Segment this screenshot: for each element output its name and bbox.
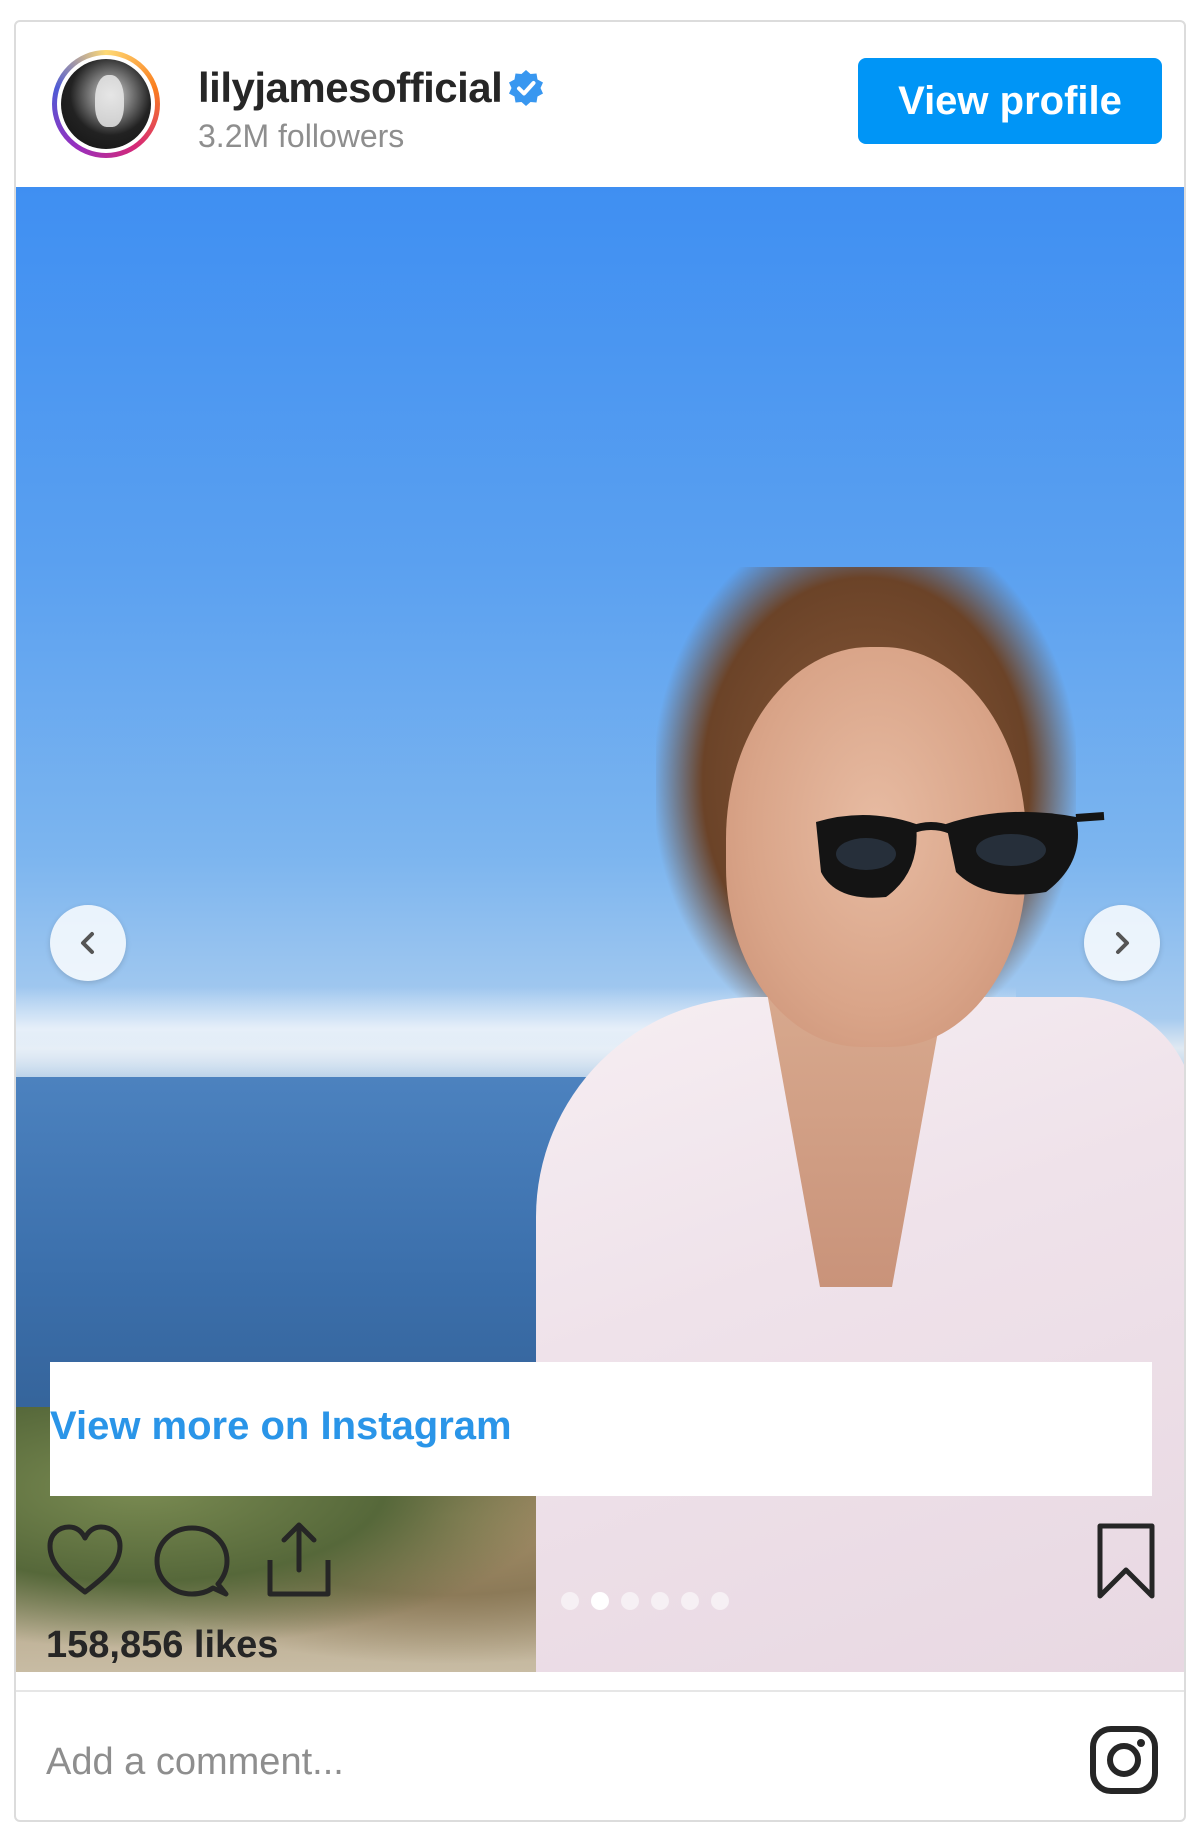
person-figure <box>536 567 1184 1672</box>
carousel-dot <box>561 1592 579 1610</box>
likes-count[interactable]: 158,856 likes <box>46 1624 278 1667</box>
carousel-dot <box>651 1592 669 1610</box>
carousel-dot <box>681 1592 699 1610</box>
post-header: lilyjamesofficial 3.2M followers View pr… <box>16 22 1184 187</box>
share-icon[interactable] <box>262 1520 336 1600</box>
avatar-photo <box>61 59 151 149</box>
footer-divider <box>16 1690 1184 1692</box>
bookmark-icon[interactable] <box>1094 1522 1158 1600</box>
avatar[interactable] <box>52 50 160 158</box>
carousel-indicator <box>561 1592 729 1610</box>
comment-bubble-icon[interactable] <box>152 1522 232 1602</box>
carousel-next-button[interactable] <box>1084 905 1160 981</box>
username[interactable]: lilyjamesofficial <box>198 64 503 112</box>
view-profile-button[interactable]: View profile <box>858 58 1162 144</box>
view-more-link[interactable]: View more on Instagram <box>50 1404 512 1449</box>
sunglasses <box>816 811 1105 898</box>
chevron-right-icon <box>1116 932 1129 954</box>
verified-badge-icon <box>509 70 543 106</box>
carousel-dot <box>711 1592 729 1610</box>
instagram-embed-card: lilyjamesofficial 3.2M followers View pr… <box>14 20 1186 1822</box>
follower-count: 3.2M followers <box>198 118 405 154</box>
carousel-dot-active <box>591 1592 609 1610</box>
carousel-prev-button[interactable] <box>50 905 126 981</box>
chevron-left-icon <box>81 932 94 954</box>
carousel-dot <box>621 1592 639 1610</box>
heart-icon[interactable] <box>44 1522 126 1598</box>
instagram-logo-icon[interactable] <box>1088 1724 1160 1796</box>
view-more-banner[interactable]: View more on Instagram <box>50 1362 1152 1496</box>
comment-input[interactable] <box>46 1732 946 1792</box>
